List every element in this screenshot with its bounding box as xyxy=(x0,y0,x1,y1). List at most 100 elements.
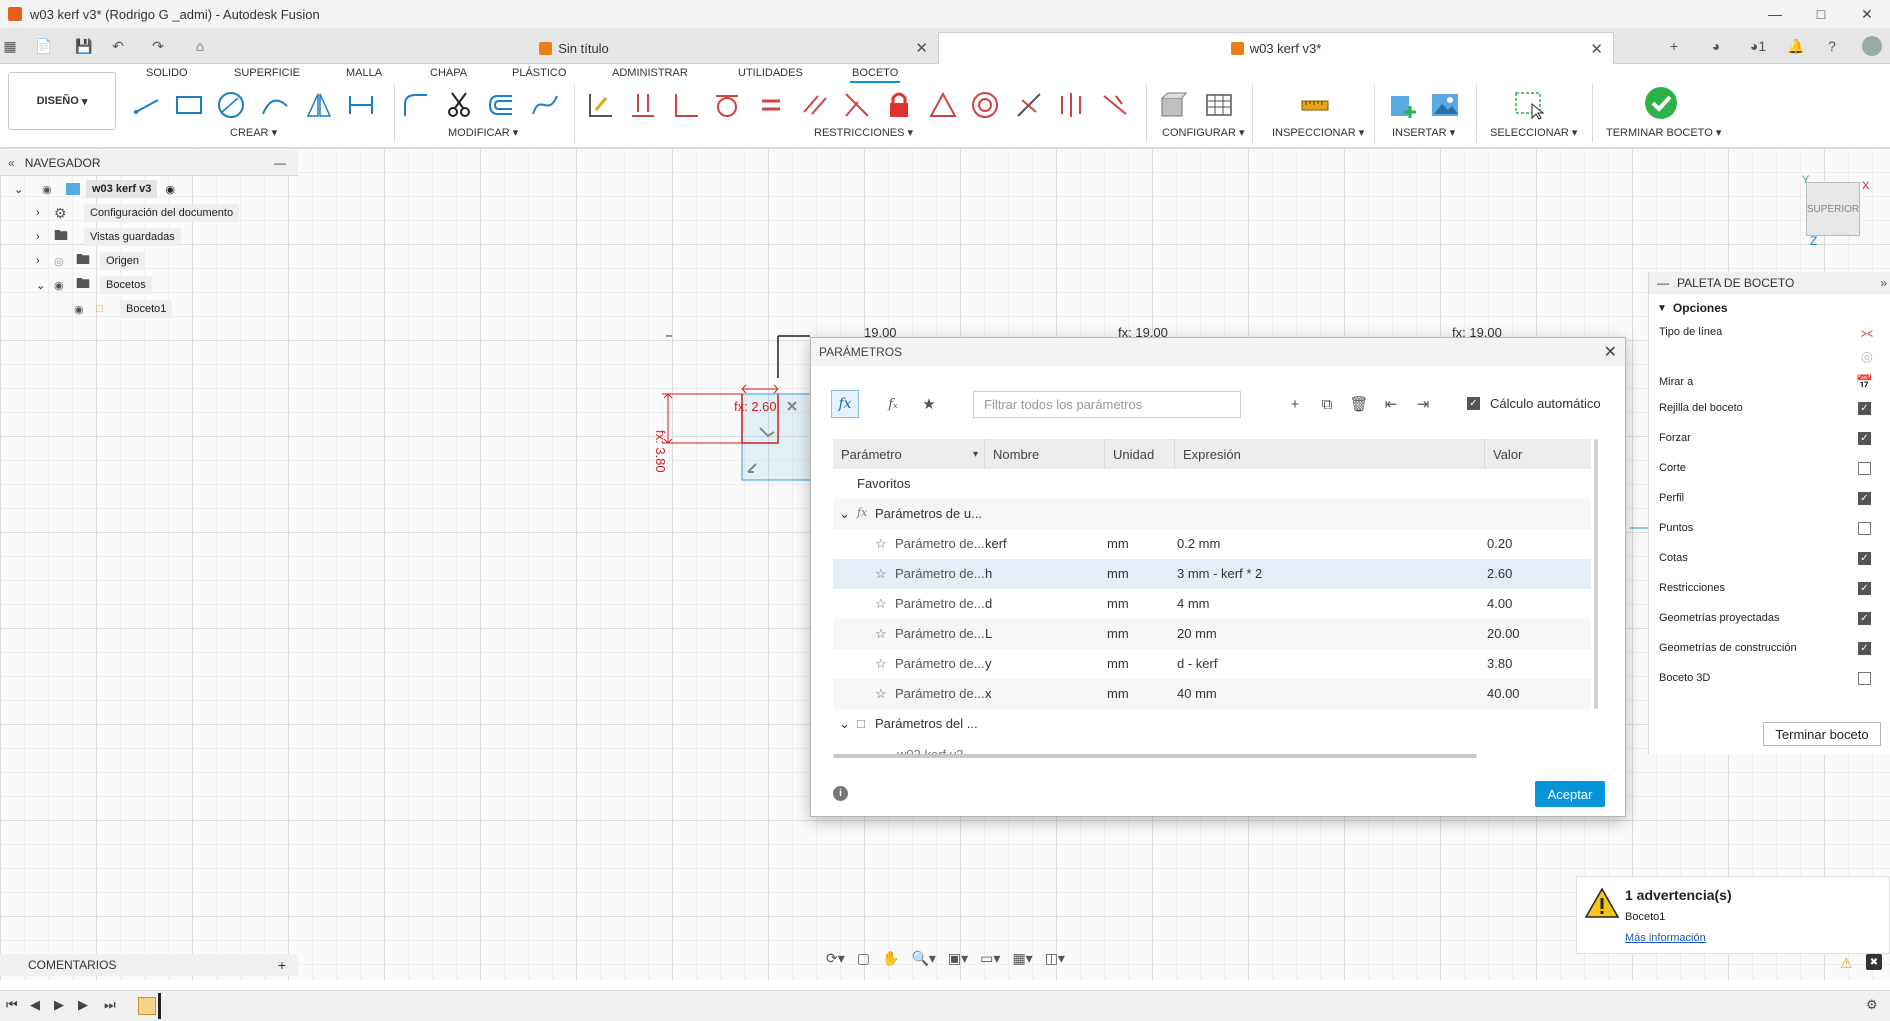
lock-icon[interactable] xyxy=(884,90,914,120)
nav-item-vistas[interactable]: › 🖿 Vistas guardadas xyxy=(36,226,181,248)
option-checkbox[interactable] xyxy=(1858,461,1871,475)
group-seleccionar[interactable]: SELECCIONAR ▾ xyxy=(1490,126,1577,139)
display-settings-icon[interactable]: ▭▾ xyxy=(980,950,1000,967)
export-icon[interactable]: ⇥ xyxy=(1413,394,1433,414)
fx-all-parameters-icon[interactable]: fx xyxy=(831,390,859,418)
vertical-scrollbar[interactable] xyxy=(1594,439,1598,709)
fit-icon[interactable]: ▣▾ xyxy=(948,950,968,967)
perpendicular-constraint-icon[interactable] xyxy=(670,90,700,120)
accept-button[interactable]: Aceptar xyxy=(1535,781,1605,807)
model-params-group[interactable]: ⌄ □ Parámetros del ... xyxy=(833,709,1591,739)
home-icon[interactable]: ⌂ xyxy=(190,36,210,56)
offset-tool-icon[interactable] xyxy=(486,90,516,120)
favorite-star-icon[interactable]: ☆ xyxy=(875,656,887,672)
timeline-play-icon[interactable]: ▶ xyxy=(54,997,64,1013)
notifications-icon[interactable]: 🔔 xyxy=(1786,36,1806,56)
viewcube[interactable]: SUPERIOR xyxy=(1806,182,1860,236)
equal-constraint-icon[interactable] xyxy=(756,90,786,120)
timeline-end-icon[interactable]: ⏭ xyxy=(104,997,116,1013)
tab-malla[interactable]: MALLA xyxy=(346,67,382,79)
file-menu-icon[interactable]: 📄 xyxy=(34,36,54,56)
option-checkbox[interactable] xyxy=(1858,671,1871,685)
tab-w03-kerf[interactable]: w03 kerf v3* ✕ xyxy=(938,32,1614,64)
add-comment-icon[interactable]: + xyxy=(278,957,286,973)
finish-sketch-check-icon[interactable] xyxy=(1644,86,1678,120)
insert-image-icon[interactable] xyxy=(1430,90,1460,120)
copy-icon[interactable]: ⧉ xyxy=(1317,394,1337,414)
col-parametro[interactable]: Parámetro ▾ xyxy=(833,439,985,469)
timeline-marker[interactable] xyxy=(158,993,161,1019)
group-insertar[interactable]: INSERTAR ▾ xyxy=(1392,126,1455,139)
look-at-icon[interactable]: ▢ xyxy=(857,950,870,967)
pan-icon[interactable]: ✋ xyxy=(882,950,899,967)
arc-tool-icon[interactable] xyxy=(260,90,290,120)
cell-unit[interactable]: mm xyxy=(1107,566,1129,581)
option-row[interactable]: Geometrías proyectadas ✓ xyxy=(1659,608,1881,628)
cell-expression[interactable]: 0.2 mm xyxy=(1177,536,1220,551)
group-restricciones[interactable]: RESTRICCIONES ▾ xyxy=(814,126,913,139)
group-terminar-boceto[interactable]: TERMINAR BOCETO ▾ xyxy=(1606,126,1721,139)
chevron-down-icon[interactable]: ⌄ xyxy=(36,279,54,292)
close-icon[interactable]: ✕ xyxy=(1604,342,1617,362)
job-status-icon[interactable]: ◕ 1 xyxy=(1740,36,1776,56)
auto-calc-toggle[interactable]: ✓ Cálculo automático xyxy=(1467,396,1601,411)
construction-line-icon[interactable]: ⪥ xyxy=(1861,324,1873,341)
activate-radio-icon[interactable]: ◉ xyxy=(165,183,175,196)
option-checkbox[interactable]: ✓ xyxy=(1858,611,1871,625)
favorite-star-icon[interactable]: ☆ xyxy=(875,596,887,612)
zoom-icon[interactable]: 🔍▾ xyxy=(911,950,935,967)
table-row[interactable]: ☆ Parámetro de... h mm 3 mm - kerf * 2 2… xyxy=(833,559,1591,589)
coincident-constraint-icon[interactable] xyxy=(628,90,658,120)
option-checkbox[interactable]: ✓ xyxy=(1858,491,1871,505)
cell-unit[interactable]: mm xyxy=(1107,656,1129,671)
eye-icon[interactable]: ◉ xyxy=(42,183,66,196)
timeline-back-icon[interactable]: ◀ xyxy=(30,997,40,1013)
chevron-right-icon[interactable]: › xyxy=(36,255,54,267)
collapse-left-icon[interactable]: « xyxy=(8,156,15,170)
timeline-start-icon[interactable]: ⏮ xyxy=(6,997,18,1013)
option-row[interactable]: Puntos xyxy=(1659,518,1881,538)
delete-icon[interactable]: 🗑 xyxy=(1349,394,1369,414)
nav-item-origen[interactable]: › ◎ 🖿 Origen xyxy=(36,250,146,272)
viewports-icon[interactable]: ◫▾ xyxy=(1045,950,1065,967)
nav-item-boceto1[interactable]: ◉ □ Boceto1 xyxy=(74,298,173,320)
cell-unit[interactable]: mm xyxy=(1107,686,1129,701)
tab-plastico[interactable]: PLÁSTICO xyxy=(512,67,566,79)
table-row[interactable]: ☆ Parámetro de... y mm d - kerf 3.80 xyxy=(833,649,1591,679)
option-checkbox[interactable]: ✓ xyxy=(1858,401,1871,415)
favorite-star-icon[interactable]: ☆ xyxy=(875,626,887,642)
option-checkbox[interactable]: ✓ xyxy=(1858,431,1871,445)
cell-expression[interactable]: 20 mm xyxy=(1177,626,1217,641)
cell-unit[interactable]: mm xyxy=(1107,626,1129,641)
line-tool-icon[interactable] xyxy=(132,90,162,120)
group-configurar[interactable]: CONFIGURAR ▾ xyxy=(1162,126,1245,139)
sort-dropdown-icon[interactable]: ▾ xyxy=(973,449,978,460)
timeline-settings-gear-icon[interactable]: ⚙ xyxy=(1866,997,1878,1013)
nav-item-bocetos[interactable]: ⌄ ◉ 🖿 Bocetos xyxy=(36,274,152,296)
symmetry-constraint-icon[interactable] xyxy=(1056,90,1086,120)
favorites-row[interactable]: Favoritos xyxy=(833,469,1591,499)
undo-icon[interactable]: ↶ xyxy=(108,36,128,56)
tab-superficie[interactable]: SUPERFICIE xyxy=(234,67,300,79)
timeline-forward-icon[interactable]: ▶ xyxy=(78,997,88,1013)
parallel-constraint-icon[interactable] xyxy=(800,90,830,120)
tangent-constraint-icon[interactable] xyxy=(712,90,742,120)
option-checkbox[interactable]: ✓ xyxy=(1858,641,1871,655)
status-badge[interactable]: ✖ xyxy=(1866,954,1882,970)
avatar[interactable] xyxy=(1862,36,1882,56)
group-inspeccionar[interactable]: INSPECCIONAR ▾ xyxy=(1272,126,1364,139)
comments-panel[interactable]: COMENTARIOS + xyxy=(0,954,298,976)
tab-boceto[interactable]: BOCETO xyxy=(849,67,901,83)
dimension-horizontal[interactable]: fx: 2.60 xyxy=(734,399,777,414)
tab-chapa[interactable]: CHAPA xyxy=(430,67,467,79)
user-fx-icon[interactable]: fₓ xyxy=(883,394,903,414)
eye-icon[interactable]: ◉ xyxy=(54,279,76,292)
circle-tool-icon[interactable] xyxy=(216,90,246,120)
look-at-icon[interactable]: 📅 xyxy=(1856,374,1873,391)
minimize-button[interactable]: — xyxy=(1752,0,1798,28)
more-info-link[interactable]: Más información xyxy=(1625,932,1706,944)
col-unidad[interactable]: Unidad xyxy=(1105,439,1175,469)
table-row[interactable]: ☆ Parámetro de... L mm 20 mm 20.00 xyxy=(833,619,1591,649)
cell-expression[interactable]: 40 mm xyxy=(1177,686,1217,701)
table-row[interactable]: ☆ Parámetro de... kerf mm 0.2 mm 0.20 xyxy=(833,529,1591,559)
